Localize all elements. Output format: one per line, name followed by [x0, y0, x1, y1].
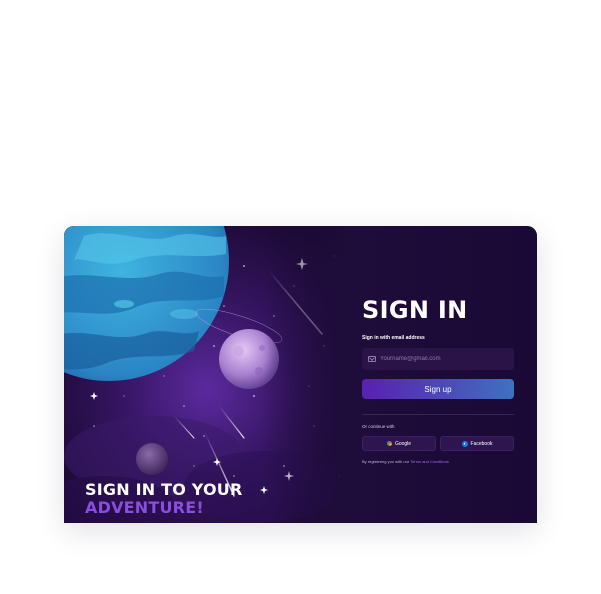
google-icon — [386, 441, 392, 446]
space-scene — [64, 226, 349, 523]
google-button-label: Google — [394, 440, 412, 447]
signup-button[interactable]: Sign up — [362, 379, 514, 399]
terms-link[interactable]: Terms and Conditions — [410, 459, 449, 464]
facebook-button-label: Facebook — [470, 440, 493, 447]
google-button[interactable]: Google — [362, 436, 436, 451]
email-field[interactable] — [362, 348, 514, 370]
divider — [362, 414, 514, 415]
terms-text: By registering you with our Terms and Co… — [362, 459, 449, 464]
space-illustration: SIGN IN TO YOUR ADVENTURE! — [64, 226, 349, 523]
hero-title: SIGN IN TO YOUR ADVENTURE! — [85, 481, 243, 517]
facebook-icon: f — [461, 440, 468, 447]
facebook-button[interactable]: f Facebook — [440, 436, 514, 451]
hero-title-line1: SIGN IN TO YOUR — [85, 480, 243, 499]
continue-with-label: Or continue with — [362, 424, 395, 429]
hero-title-line2: ADVENTURE! — [85, 498, 204, 517]
signin-title: SIGN IN — [362, 296, 468, 324]
terms-prefix: By registering you with our — [362, 459, 410, 464]
email-input[interactable] — [380, 356, 510, 362]
signin-panel: SIGN IN Sign in with email address Sign … — [349, 226, 537, 523]
mail-icon — [368, 356, 376, 362]
email-label: Sign in with email address — [362, 335, 425, 341]
signin-card: SIGN IN TO YOUR ADVENTURE! SIGN IN Sign … — [64, 226, 537, 523]
